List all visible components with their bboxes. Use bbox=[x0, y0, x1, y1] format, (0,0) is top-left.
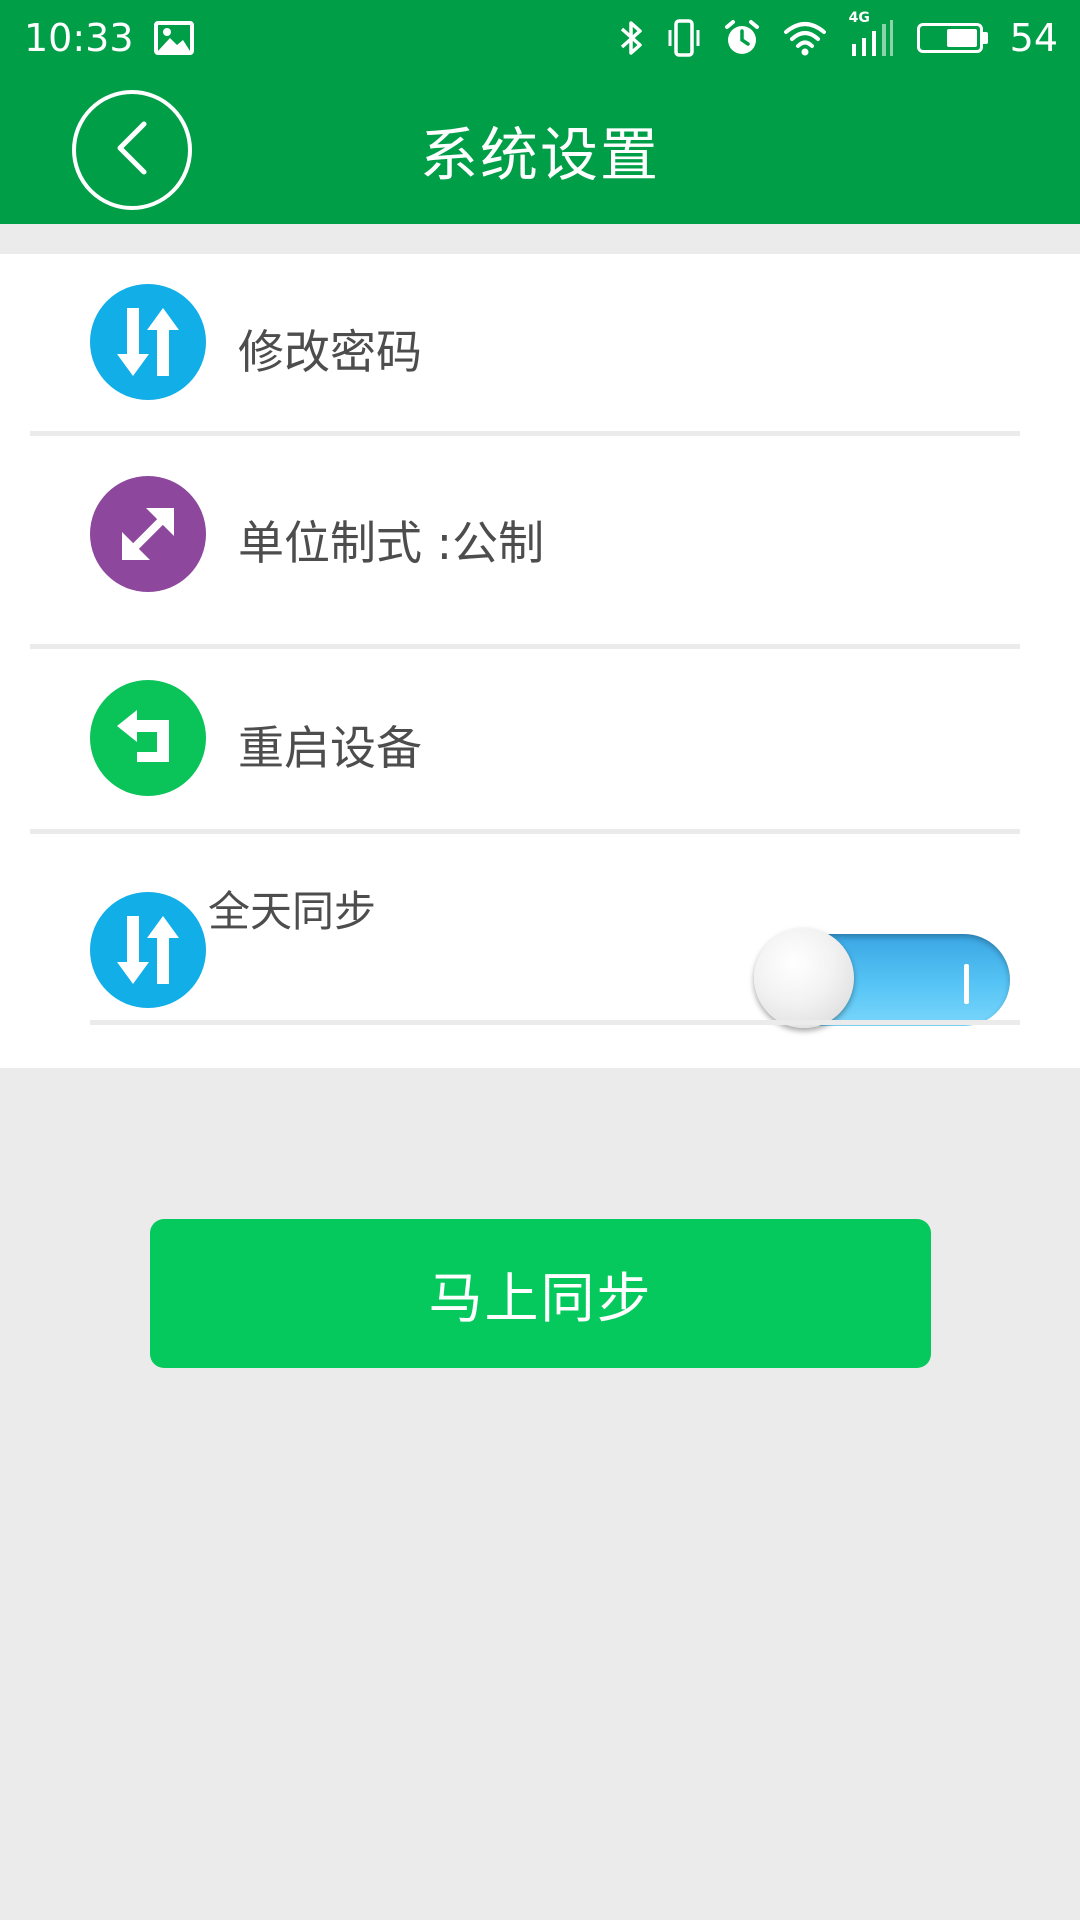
settings-item-label: 重启设备 bbox=[238, 721, 422, 775]
vibrate-icon bbox=[667, 18, 701, 58]
battery-fill bbox=[947, 29, 977, 47]
return-arrow-icon bbox=[90, 680, 206, 796]
wifi-icon bbox=[783, 20, 827, 56]
all-day-sync-toggle[interactable] bbox=[754, 928, 1014, 1028]
divider bbox=[30, 431, 1020, 436]
status-right: 4G 54 bbox=[619, 10, 1058, 60]
status-bar: 10:33 4G 54 bbox=[0, 0, 1080, 76]
divider bbox=[90, 1020, 1020, 1025]
divider bbox=[30, 644, 1020, 649]
settings-item-change-password[interactable]: 修改密码 bbox=[30, 254, 1020, 434]
toggle-on-mark bbox=[964, 964, 969, 1004]
settings-item-unit-system[interactable]: 单位制式 :公制 bbox=[30, 434, 1020, 647]
status-left: 10:33 bbox=[24, 16, 194, 60]
chevron-left-icon bbox=[110, 118, 154, 182]
settings-item-all-day-sync: 全天同步 bbox=[30, 832, 1020, 1068]
back-button[interactable] bbox=[72, 90, 192, 210]
settings-item-label: 修改密码 bbox=[238, 325, 422, 379]
alarm-icon bbox=[723, 19, 761, 57]
bluetooth-icon bbox=[619, 18, 645, 58]
swap-vertical-icon bbox=[90, 284, 206, 400]
app-header: 系统设置 bbox=[0, 76, 1080, 224]
settings-item-restart-device[interactable]: 重启设备 bbox=[30, 647, 1020, 832]
battery-icon bbox=[916, 23, 988, 53]
network-type-label: 4G bbox=[848, 10, 870, 26]
battery-level: 54 bbox=[1009, 16, 1058, 60]
toggle-knob[interactable] bbox=[754, 928, 854, 1028]
settings-item-label: 全天同步 bbox=[208, 887, 377, 936]
expand-diagonal-icon bbox=[90, 476, 206, 592]
status-time: 10:33 bbox=[24, 16, 134, 60]
signal-icon: 4G bbox=[849, 10, 895, 58]
swap-vertical-icon bbox=[90, 892, 206, 1008]
sync-now-button[interactable]: 马上同步 bbox=[150, 1219, 931, 1368]
settings-list: 修改密码 单位制式 :公制 重启设备 全天同步 bbox=[0, 254, 1080, 1068]
settings-item-label: 单位制式 :公制 bbox=[238, 516, 545, 570]
image-icon bbox=[153, 21, 194, 55]
divider bbox=[30, 829, 1020, 834]
